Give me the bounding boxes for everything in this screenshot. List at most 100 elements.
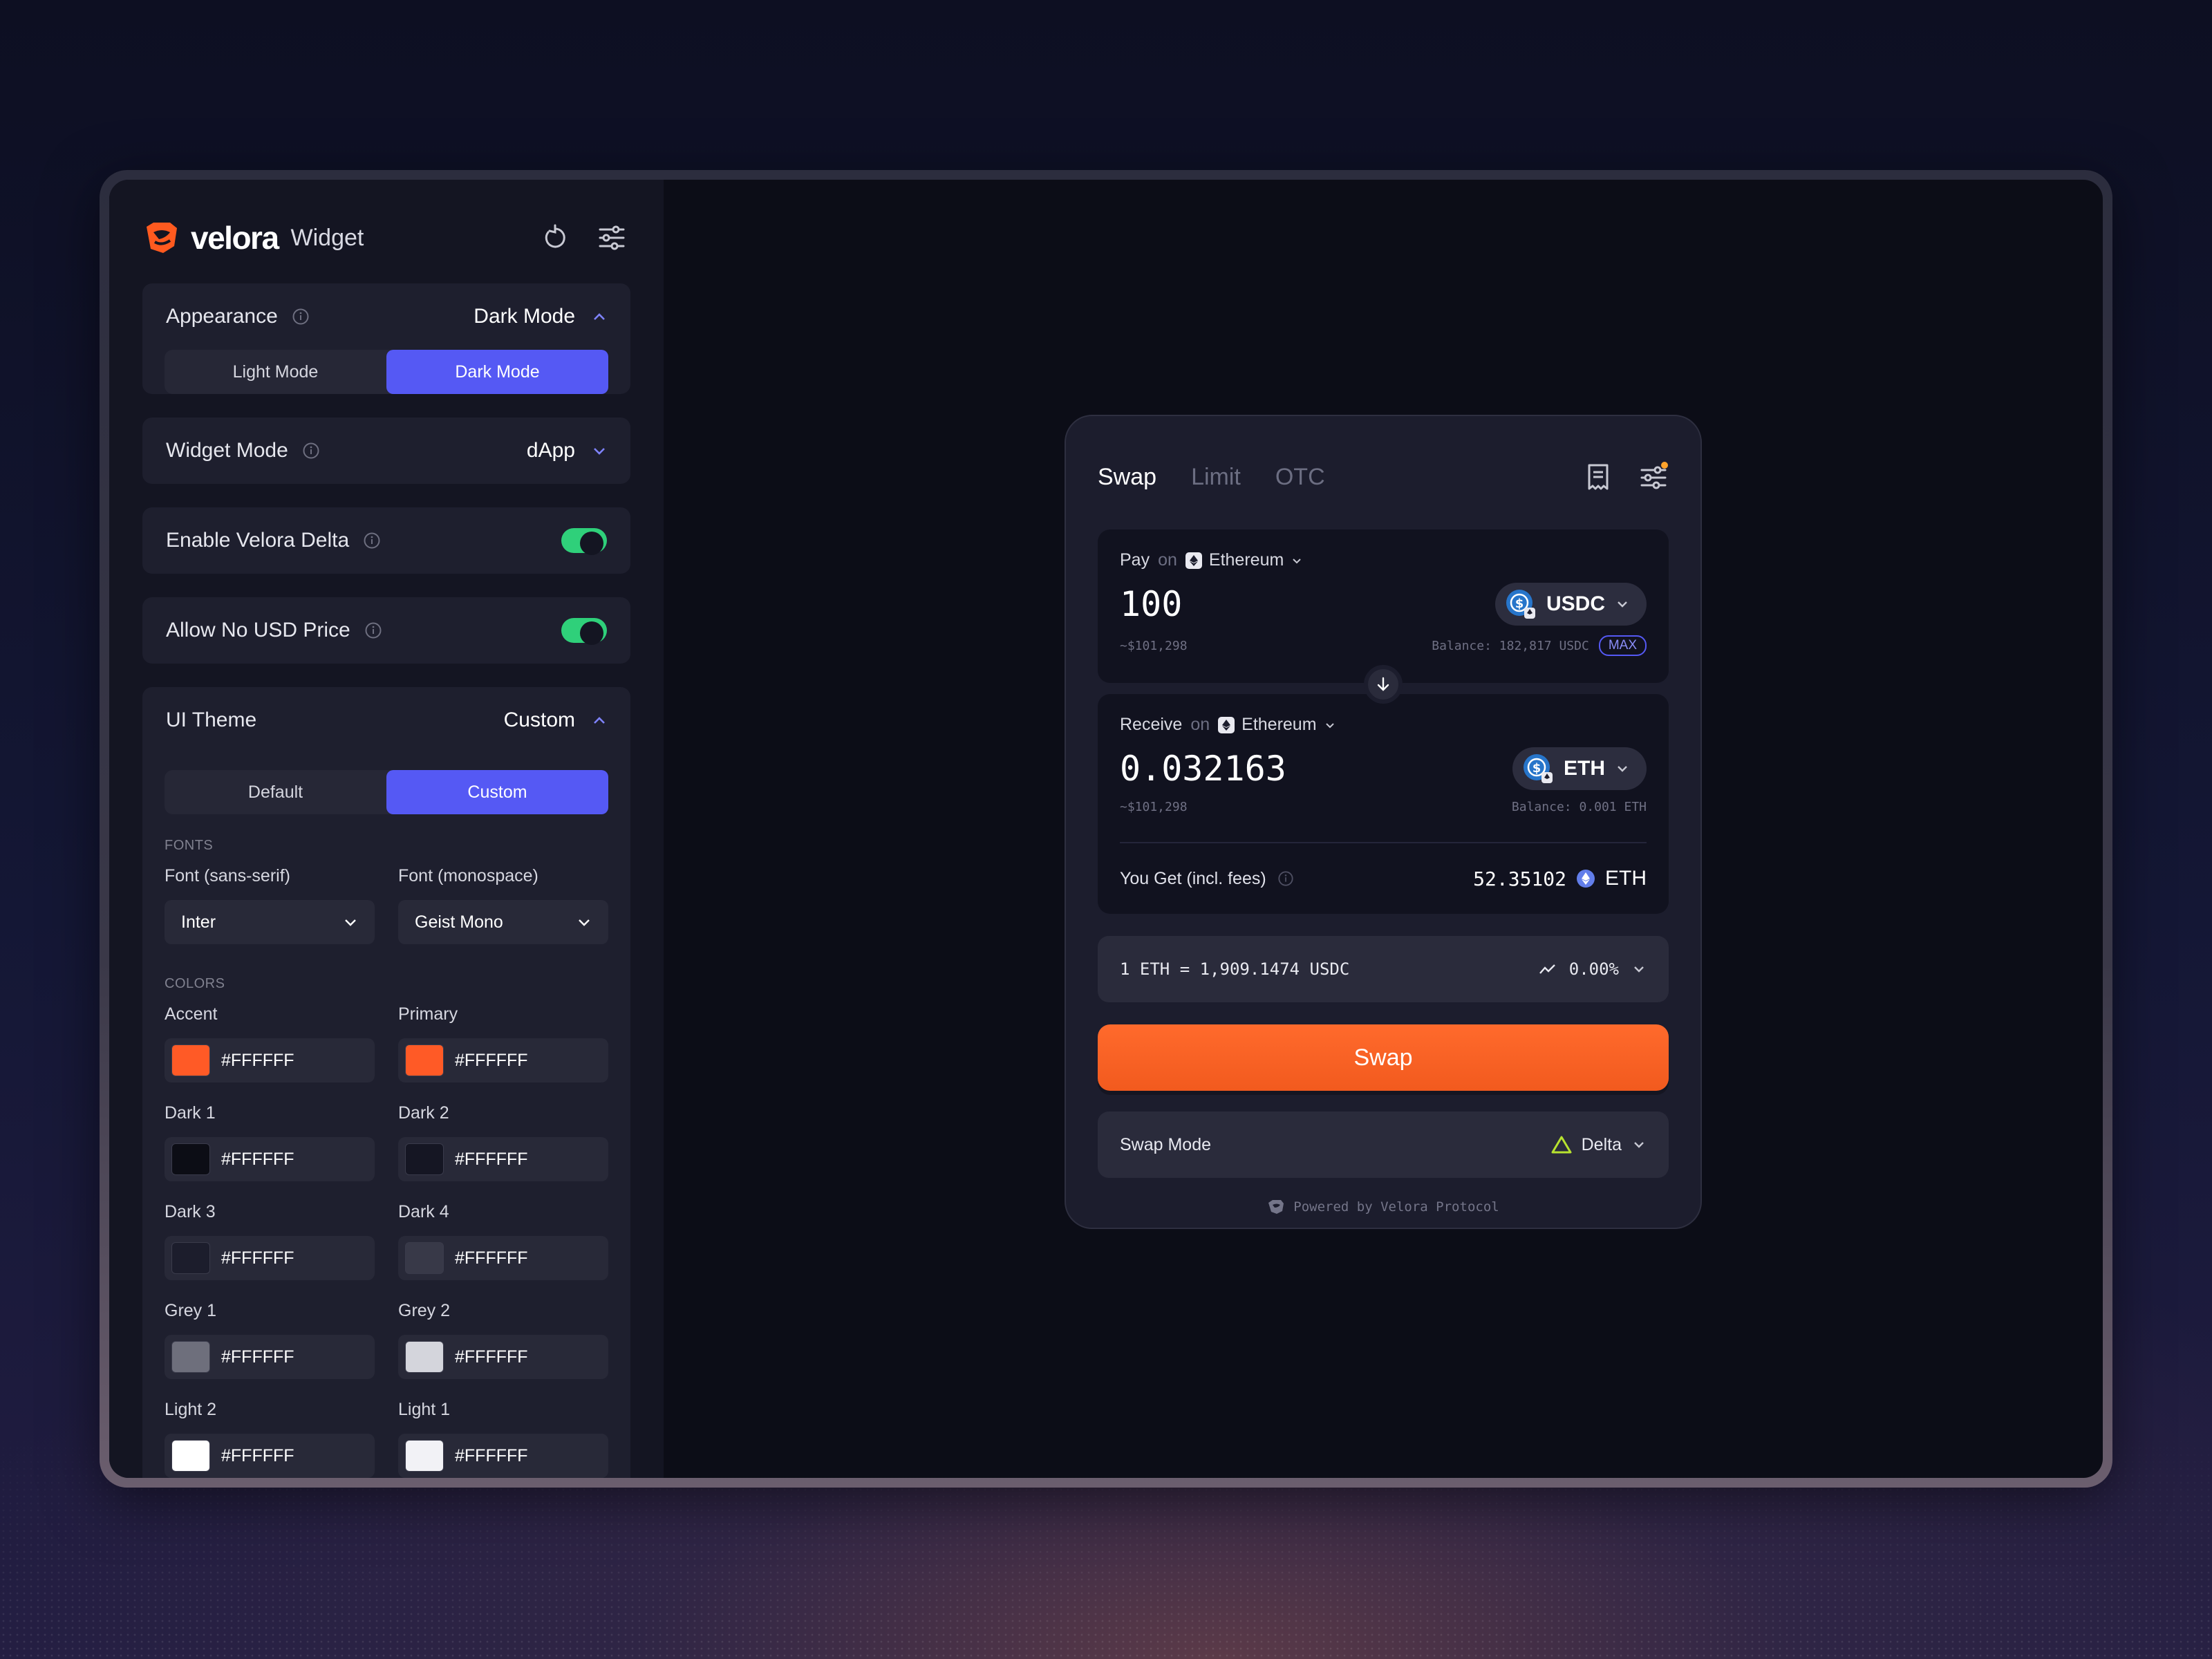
pay-label: Pay bbox=[1120, 550, 1150, 570]
swap-widget: Swap Limit OTC Pay on Ethereum 100 $ USD… bbox=[1065, 415, 1702, 1229]
color-label: Primary bbox=[398, 1004, 458, 1024]
chevron-down-icon bbox=[1618, 766, 1627, 772]
color-value: #FFFFFF bbox=[455, 1050, 528, 1070]
receive-chain-selector[interactable]: Ethereum bbox=[1218, 715, 1335, 735]
tab-otc[interactable]: OTC bbox=[1275, 464, 1325, 491]
receive-token-selector[interactable]: $ ETH bbox=[1512, 747, 1647, 790]
appearance-header[interactable]: Appearance Dark Mode bbox=[142, 283, 630, 350]
font-mono-select[interactable]: Geist Mono bbox=[398, 900, 608, 944]
custom-theme-option[interactable]: Custom bbox=[386, 770, 608, 814]
pay-chain-selector[interactable]: Ethereum bbox=[1185, 550, 1303, 570]
receive-label: Receive bbox=[1120, 715, 1183, 734]
powered-by-text: Powered by Velora Protocol bbox=[1293, 1199, 1499, 1215]
info-icon[interactable] bbox=[363, 532, 381, 550]
app-window: velora Widget Appearance Dark Mode Light… bbox=[109, 180, 2103, 1478]
color-swatch[interactable] bbox=[171, 1242, 210, 1274]
ui-theme-segmented: Default Custom bbox=[165, 770, 608, 814]
receive-amount[interactable]: 0.032163 bbox=[1120, 749, 1286, 789]
eth-token-icon: $ bbox=[1522, 753, 1554, 785]
you-get-row: You Get (incl. fees) 52.35102 ETH bbox=[1120, 843, 1647, 914]
swap-button[interactable]: Swap bbox=[1098, 1024, 1669, 1091]
allow-no-usd-card: Allow No USD Price bbox=[142, 597, 630, 664]
appearance-value: Dark Mode bbox=[474, 305, 575, 328]
font-sans-value: Inter bbox=[181, 912, 216, 932]
info-icon[interactable] bbox=[364, 621, 382, 639]
color-input[interactable]: #FFFFFF bbox=[398, 1335, 608, 1379]
color-field-dark-3: Dark 3 #FFFFFF bbox=[165, 1202, 375, 1301]
svg-text:$: $ bbox=[1515, 597, 1524, 611]
color-input[interactable]: #FFFFFF bbox=[165, 1038, 375, 1082]
flip-tokens-button[interactable] bbox=[1364, 665, 1403, 704]
color-field-light-2: Light 2 #FFFFFF bbox=[165, 1400, 375, 1478]
rate-row[interactable]: 1 ETH = 1,909.1474 USDC 0.00% bbox=[1098, 936, 1669, 1002]
fonts-grid: Font (sans-serif) Inter Font (monospace)… bbox=[165, 866, 608, 976]
ui-theme-header[interactable]: UI Theme Custom bbox=[142, 687, 630, 753]
chevron-down-icon bbox=[1634, 1142, 1644, 1148]
tab-limit[interactable]: Limit bbox=[1191, 464, 1241, 491]
widget-header-actions bbox=[1583, 462, 1669, 492]
widget-mode-card[interactable]: Widget Mode dApp bbox=[142, 418, 630, 484]
font-sans-select[interactable]: Inter bbox=[165, 900, 375, 944]
color-field-grey-2: Grey 2 #FFFFFF bbox=[398, 1301, 608, 1400]
allow-no-usd-label: Allow No USD Price bbox=[166, 619, 350, 641]
color-value: #FFFFFF bbox=[221, 1149, 294, 1169]
color-input[interactable]: #FFFFFF bbox=[165, 1137, 375, 1181]
color-input[interactable]: #FFFFFF bbox=[398, 1038, 608, 1082]
info-icon[interactable] bbox=[1277, 870, 1294, 887]
swap-mode-value: Delta bbox=[1581, 1134, 1622, 1154]
widget-mode-label: Widget Mode bbox=[166, 439, 288, 462]
receive-chain-name: Ethereum bbox=[1241, 715, 1317, 734]
color-swatch[interactable] bbox=[171, 1440, 210, 1472]
exchange-rate: 1 ETH = 1,909.1474 USDC bbox=[1120, 959, 1350, 979]
receipt-icon[interactable] bbox=[1583, 462, 1613, 492]
color-swatch[interactable] bbox=[405, 1143, 444, 1175]
velora-logo-icon bbox=[147, 223, 177, 253]
pay-amount-input[interactable]: 100 bbox=[1120, 584, 1182, 624]
ui-theme-label: UI Theme bbox=[166, 709, 257, 731]
swap-mode-row[interactable]: Swap Mode Delta bbox=[1098, 1112, 1669, 1178]
color-swatch[interactable] bbox=[405, 1440, 444, 1472]
info-icon[interactable] bbox=[292, 308, 310, 326]
color-swatch[interactable] bbox=[405, 1242, 444, 1274]
header-actions bbox=[536, 219, 630, 256]
color-field-dark-4: Dark 4 #FFFFFF bbox=[398, 1202, 608, 1301]
receive-balance: Balance: 0.001 ETH bbox=[1511, 800, 1647, 814]
allow-no-usd-toggle[interactable] bbox=[561, 618, 607, 645]
you-get-label: You Get (incl. fees) bbox=[1120, 868, 1266, 888]
color-input[interactable]: #FFFFFF bbox=[165, 1236, 375, 1280]
tab-swap[interactable]: Swap bbox=[1098, 464, 1156, 491]
color-input[interactable]: #FFFFFF bbox=[398, 1137, 608, 1181]
svg-text:$: $ bbox=[1533, 761, 1541, 776]
settings-button[interactable] bbox=[593, 219, 630, 256]
chevron-down-icon bbox=[1618, 601, 1627, 608]
color-input[interactable]: #FFFFFF bbox=[398, 1434, 608, 1478]
color-swatch[interactable] bbox=[171, 1341, 210, 1373]
brand: velora Widget bbox=[142, 218, 364, 257]
delta-icon bbox=[1551, 1136, 1572, 1154]
chevron-down-icon bbox=[345, 919, 356, 926]
pay-token-selector[interactable]: $ USDC bbox=[1494, 583, 1647, 626]
color-input[interactable]: #FFFFFF bbox=[165, 1434, 375, 1478]
color-value: #FFFFFF bbox=[221, 1347, 294, 1367]
color-field-primary: Primary #FFFFFF bbox=[398, 1004, 608, 1103]
dark-mode-option[interactable]: Dark Mode bbox=[386, 350, 608, 394]
color-input[interactable]: #FFFFFF bbox=[165, 1335, 375, 1379]
light-mode-option[interactable]: Light Mode bbox=[165, 350, 386, 394]
info-icon[interactable] bbox=[302, 442, 320, 460]
pay-token-symbol: USDC bbox=[1546, 592, 1605, 615]
settings-sliders-icon[interactable] bbox=[1638, 462, 1669, 492]
color-swatch[interactable] bbox=[171, 1044, 210, 1076]
color-value: #FFFFFF bbox=[455, 1347, 528, 1367]
eth-icon bbox=[1577, 870, 1595, 888]
enable-delta-toggle[interactable] bbox=[561, 528, 607, 555]
color-swatch[interactable] bbox=[171, 1143, 210, 1175]
brand-subtitle: Widget bbox=[290, 224, 364, 251]
color-swatch[interactable] bbox=[405, 1341, 444, 1373]
max-button[interactable]: MAX bbox=[1598, 635, 1647, 656]
color-input[interactable]: #FFFFFF bbox=[398, 1236, 608, 1280]
color-swatch[interactable] bbox=[405, 1044, 444, 1076]
reset-button[interactable] bbox=[536, 219, 574, 256]
color-label: Light 2 bbox=[165, 1400, 217, 1419]
reset-icon bbox=[545, 224, 565, 248]
default-theme-option[interactable]: Default bbox=[165, 770, 386, 814]
